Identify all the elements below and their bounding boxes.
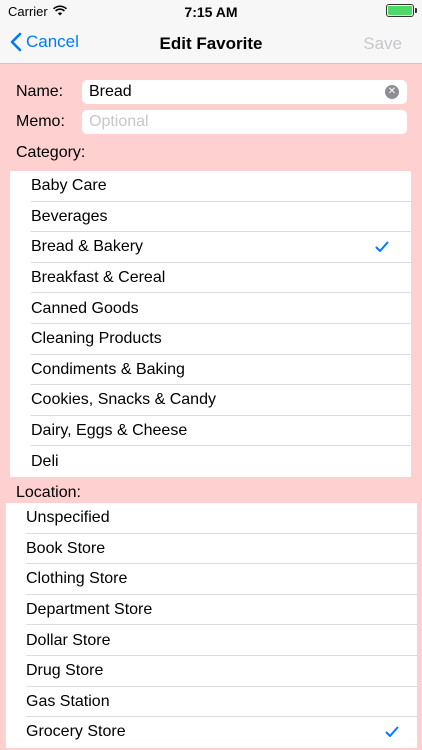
memo-label: Memo: bbox=[16, 113, 65, 130]
category-item-row[interactable]: Cleaning Products bbox=[10, 324, 411, 355]
checkmark-icon bbox=[375, 240, 389, 254]
name-value: Bread bbox=[89, 83, 132, 100]
name-label: Name: bbox=[16, 83, 64, 100]
memo-row: Memo: Optional bbox=[16, 110, 407, 134]
location-item-label: Clothing Store bbox=[26, 570, 128, 588]
category-item-label: Condiments & Baking bbox=[31, 360, 185, 378]
category-item-label: Beverages bbox=[31, 207, 108, 225]
location-item-label: Gas Station bbox=[26, 692, 110, 710]
location-item-row[interactable]: Gas Station bbox=[6, 687, 417, 718]
category-item-label: Baby Care bbox=[31, 177, 107, 195]
location-item-row[interactable]: Clothing Store bbox=[6, 564, 417, 595]
location-item-label: Drug Store bbox=[26, 662, 104, 680]
location-item-label: Grocery Store bbox=[26, 723, 126, 741]
category-header: Category: bbox=[16, 144, 86, 161]
location-item-row[interactable]: Department Store bbox=[6, 595, 417, 626]
category-item-label: Cookies, Snacks & Candy bbox=[31, 391, 216, 409]
memo-field[interactable]: Optional bbox=[82, 110, 407, 134]
location-item-row[interactable]: Grocery Store bbox=[6, 717, 417, 748]
location-item-row[interactable]: Unspecified bbox=[6, 503, 417, 534]
location-item-label: Book Store bbox=[26, 539, 106, 557]
save-button[interactable]: Save bbox=[363, 34, 402, 54]
category-item-label: Canned Goods bbox=[31, 299, 139, 317]
category-item-row[interactable]: Dairy, Eggs & Cheese bbox=[10, 416, 411, 447]
battery-icon bbox=[386, 4, 417, 17]
memo-placeholder: Optional bbox=[89, 113, 149, 130]
status-time: 7:15 AM bbox=[184, 4, 238, 20]
location-item-label: Unspecified bbox=[26, 509, 110, 527]
location-item-label: Department Store bbox=[26, 601, 153, 619]
category-item-row[interactable]: Baby Care bbox=[10, 171, 411, 202]
category-item-label: Dairy, Eggs & Cheese bbox=[31, 422, 188, 440]
status-bar: Carrier 7:15 AM bbox=[0, 0, 422, 24]
category-item-row[interactable]: Bread & Bakery bbox=[10, 232, 411, 263]
page-title: Edit Favorite bbox=[159, 34, 263, 53]
name-row: Name: Bread ✕ bbox=[16, 80, 407, 104]
location-item-row[interactable]: Drug Store bbox=[6, 656, 417, 687]
location-list: Unspecified Book Store Clothing Store Depar… bbox=[6, 503, 417, 748]
location-header: Location: bbox=[16, 484, 81, 501]
category-item-row[interactable]: Beverages bbox=[10, 202, 411, 233]
location-item-row[interactable]: Dollar Store bbox=[6, 625, 417, 656]
checkmark-icon bbox=[385, 725, 399, 739]
clear-circle-icon[interactable]: ✕ bbox=[385, 85, 399, 99]
category-list: Baby Care Beverages Bread & Bakery Breakfas… bbox=[10, 171, 411, 477]
location-item-label: Dollar Store bbox=[26, 631, 111, 649]
category-item-row[interactable]: Deli bbox=[10, 446, 411, 477]
name-field[interactable]: Bread ✕ bbox=[82, 80, 407, 104]
category-item-label: Bread & Bakery bbox=[31, 238, 144, 256]
category-item-row[interactable]: Canned Goods bbox=[10, 293, 411, 324]
category-item-label: Deli bbox=[31, 452, 59, 470]
category-item-label: Cleaning Products bbox=[31, 330, 162, 348]
category-item-row[interactable]: Condiments & Baking bbox=[10, 355, 411, 386]
navigation-bar: Cancel Edit Favorite Save bbox=[0, 24, 422, 64]
category-item-row[interactable]: Breakfast & Cereal bbox=[10, 263, 411, 294]
category-item-row[interactable]: Cookies, Snacks & Candy bbox=[10, 385, 411, 416]
category-item-label: Breakfast & Cereal bbox=[31, 269, 166, 287]
location-item-row[interactable]: Book Store bbox=[6, 534, 417, 565]
